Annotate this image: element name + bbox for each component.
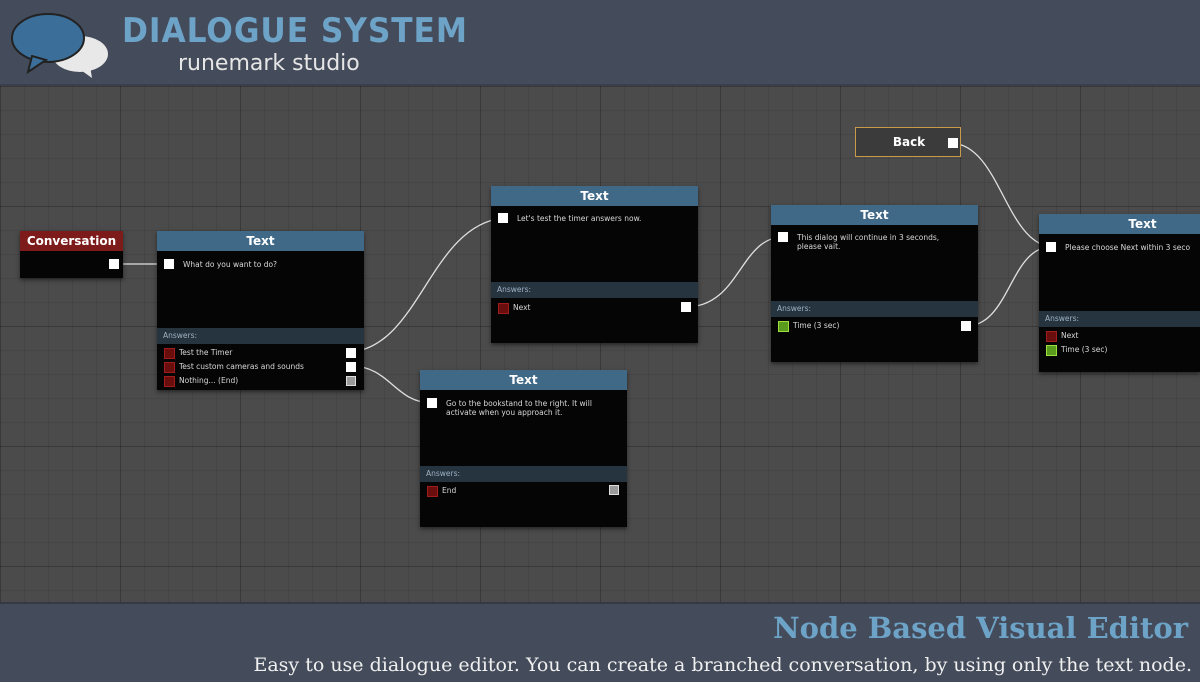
text-node-5-answer-2: Time (3 sec) xyxy=(1061,345,1108,354)
text-node-4-answer-1: Time (3 sec) xyxy=(793,321,840,330)
back-output-port[interactable] xyxy=(948,138,958,148)
answer-checkbox[interactable] xyxy=(427,486,438,497)
text-node-1-answer-2: Test custom cameras and sounds xyxy=(179,362,304,371)
wire-text1-to-text2 xyxy=(350,217,504,353)
text-node-1-answer-1: Test the Timer xyxy=(179,348,233,357)
footer-title: Node Based Visual Editor xyxy=(773,611,1188,645)
wire-text2-to-text4 xyxy=(685,236,784,308)
text-node-4[interactable]: Text This dialog will continue in 3 seco… xyxy=(771,205,978,362)
answer-checkbox[interactable] xyxy=(1046,345,1057,356)
conversation-node-title: Conversation xyxy=(20,231,123,251)
app-title: DIALOGUE SYSTEM xyxy=(122,11,468,51)
text-node-1-answer-3: Nothing... (End) xyxy=(179,376,239,385)
answer-checkbox[interactable] xyxy=(164,348,175,359)
answer-checkbox[interactable] xyxy=(778,321,789,332)
text-node-2-input-port[interactable] xyxy=(498,213,508,223)
text-node-5-answers-header: Answers: xyxy=(1039,311,1200,327)
node-canvas[interactable]: Conversation Text What do you want to do… xyxy=(0,86,1200,602)
text-node-2[interactable]: Text Let's test the timer answers now. A… xyxy=(491,186,698,343)
text-node-3-title: Text xyxy=(420,370,627,390)
text-node-4-input-port[interactable] xyxy=(778,232,788,242)
text-node-1-answers-header: Answers: xyxy=(157,328,364,344)
text-node-3-input-port[interactable] xyxy=(427,398,437,408)
footer-description: Easy to use dialogue editor. You can cre… xyxy=(253,654,1192,676)
text-node-5-input-port[interactable] xyxy=(1046,242,1056,252)
conversation-output-port[interactable] xyxy=(109,259,119,269)
text-node-5-title: Text xyxy=(1039,214,1200,234)
text-node-4-answer-1-port[interactable] xyxy=(961,321,971,331)
text-node-3-answer-1: End xyxy=(442,486,457,495)
footer-bar: Node Based Visual Editor Easy to use dia… xyxy=(0,602,1200,682)
text-node-5-answer-1: Next xyxy=(1061,331,1079,340)
text-node-2-answer-1-port[interactable] xyxy=(681,302,691,312)
answer-checkbox[interactable] xyxy=(1046,331,1057,342)
text-node-2-answers-header: Answers: xyxy=(491,282,698,298)
text-node-1-input-port[interactable] xyxy=(164,259,174,269)
answer-checkbox[interactable] xyxy=(164,362,175,373)
text-node-3-answers-header: Answers: xyxy=(420,466,627,482)
text-node-1-answer-3-port[interactable] xyxy=(346,376,356,386)
text-node-1-title: Text xyxy=(157,231,364,251)
text-node-1-answer-2-port[interactable] xyxy=(346,362,356,372)
text-node-4-answers-header: Answers: xyxy=(771,301,978,317)
answer-checkbox[interactable] xyxy=(164,376,175,387)
text-node-3-answer-1-port[interactable] xyxy=(609,485,619,495)
app-subtitle: runemark studio xyxy=(178,51,360,76)
text-node-3-body: Go to the bookstand to the right. It wil… xyxy=(446,399,592,417)
text-node-2-answer-1: Next xyxy=(513,303,531,312)
text-node-4-title: Text xyxy=(771,205,978,225)
text-node-2-body: Let's test the timer answers now. xyxy=(517,214,642,223)
speech-bubbles-icon xyxy=(11,13,108,78)
text-node-5-body: Please choose Next within 3 seco xyxy=(1065,243,1191,252)
text-node-3[interactable]: Text Go to the bookstand to the right. I… xyxy=(420,370,627,527)
text-node-2-title: Text xyxy=(491,186,698,206)
text-node-1[interactable]: Text What do you want to do? Answers: Te… xyxy=(157,231,364,390)
answer-checkbox[interactable] xyxy=(498,303,509,314)
back-node-title: Back xyxy=(892,135,926,149)
text-node-1-body: What do you want to do? xyxy=(183,260,278,269)
text-node-1-answer-1-port[interactable] xyxy=(346,348,356,358)
back-node[interactable]: Back xyxy=(855,127,961,157)
text-node-5[interactable]: Text Please choose Next within 3 seco An… xyxy=(1039,214,1200,372)
header-bar: DIALOGUE SYSTEM runemark studio xyxy=(0,0,1200,86)
text-node-4-body: This dialog will continue in 3 seconds, … xyxy=(797,233,940,251)
conversation-node[interactable]: Conversation xyxy=(20,231,123,278)
